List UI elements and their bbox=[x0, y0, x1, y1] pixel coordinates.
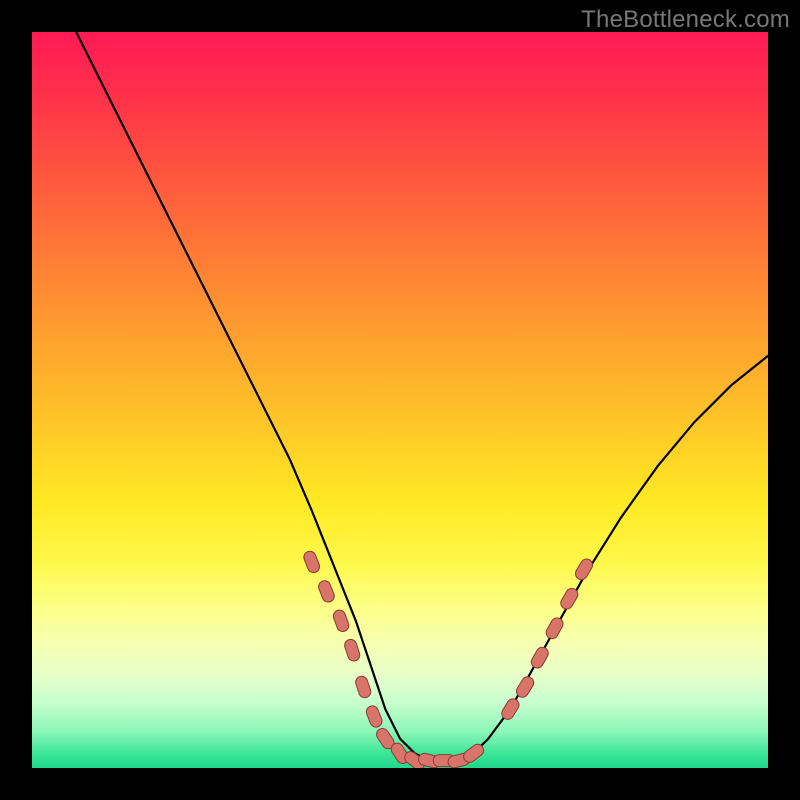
curve-marker bbox=[354, 675, 372, 700]
watermark-text: TheBottleneck.com bbox=[581, 6, 790, 34]
curve-marker bbox=[365, 704, 384, 729]
curve-marker bbox=[544, 616, 565, 641]
curve-layer bbox=[32, 32, 768, 768]
curve-marker bbox=[302, 549, 321, 574]
bottleneck-curve bbox=[76, 32, 768, 761]
curve-marker bbox=[317, 579, 336, 604]
curve-marker bbox=[332, 608, 351, 633]
curve-marker bbox=[529, 645, 550, 670]
curve-marker bbox=[343, 638, 361, 663]
curve-markers bbox=[302, 549, 595, 768]
plot-area bbox=[32, 32, 768, 768]
curve-marker bbox=[573, 557, 595, 582]
chart-container: TheBottleneck.com bbox=[0, 0, 800, 800]
